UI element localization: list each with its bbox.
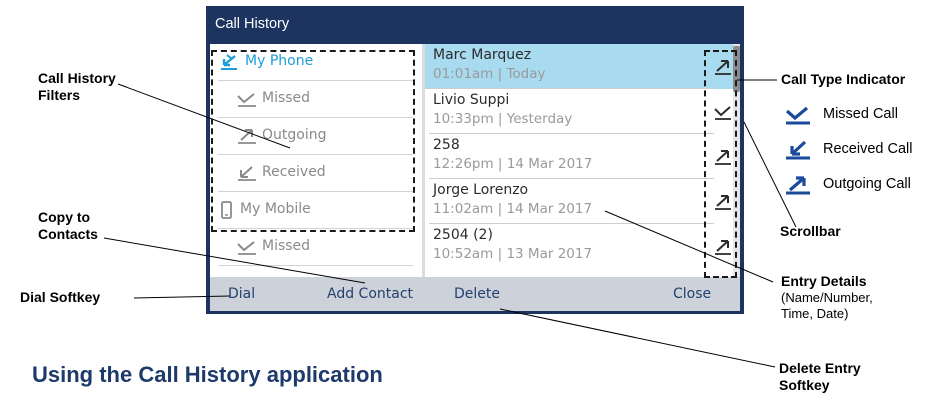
- received-call-icon: [786, 140, 810, 160]
- entry-details-sub2: Time, Date): [781, 306, 849, 321]
- filters-callout: Call History Filters: [38, 70, 116, 104]
- delete-callout-line1: Delete Entry: [779, 360, 861, 376]
- dial-softkey-callout: Dial Softkey: [20, 289, 101, 305]
- entry-details-callout-line: [604, 210, 774, 283]
- copy-callout-line2: Contacts: [38, 226, 98, 242]
- filters-callout-line: [117, 83, 291, 149]
- callout-lines: [103, 79, 797, 368]
- section-heading: Using the Call History application: [32, 362, 383, 387]
- legend-label: Received Call: [823, 141, 913, 157]
- legend-label: Missed Call: [823, 106, 898, 122]
- delete-softkey-callout-line: [499, 308, 776, 368]
- dial-softkey-callout-line: [133, 295, 231, 299]
- legend-label: Outgoing Call: [823, 176, 911, 192]
- filters-callout-line1: Call History: [38, 70, 116, 86]
- outgoing-call-icon: [786, 176, 810, 195]
- filters-callout-line2: Filters: [38, 87, 81, 103]
- copy-callout-line1: Copy to: [38, 209, 91, 225]
- scrollbar-callout: Scrollbar: [780, 223, 841, 239]
- delete-softkey-callout: Delete Entry Softkey: [779, 360, 861, 394]
- copy-contacts-callout-line: [103, 237, 366, 284]
- delete-callout-line2: Softkey: [779, 377, 830, 393]
- entry-details-callout: Entry Details: [781, 273, 867, 289]
- copy-contacts-callout: Copy to Contacts: [38, 209, 98, 243]
- entry-details-sub1: (Name/Number,: [781, 290, 873, 305]
- missed-call-icon: [785, 106, 810, 125]
- call-type-indicator-callout: Call Type Indicator: [781, 71, 906, 87]
